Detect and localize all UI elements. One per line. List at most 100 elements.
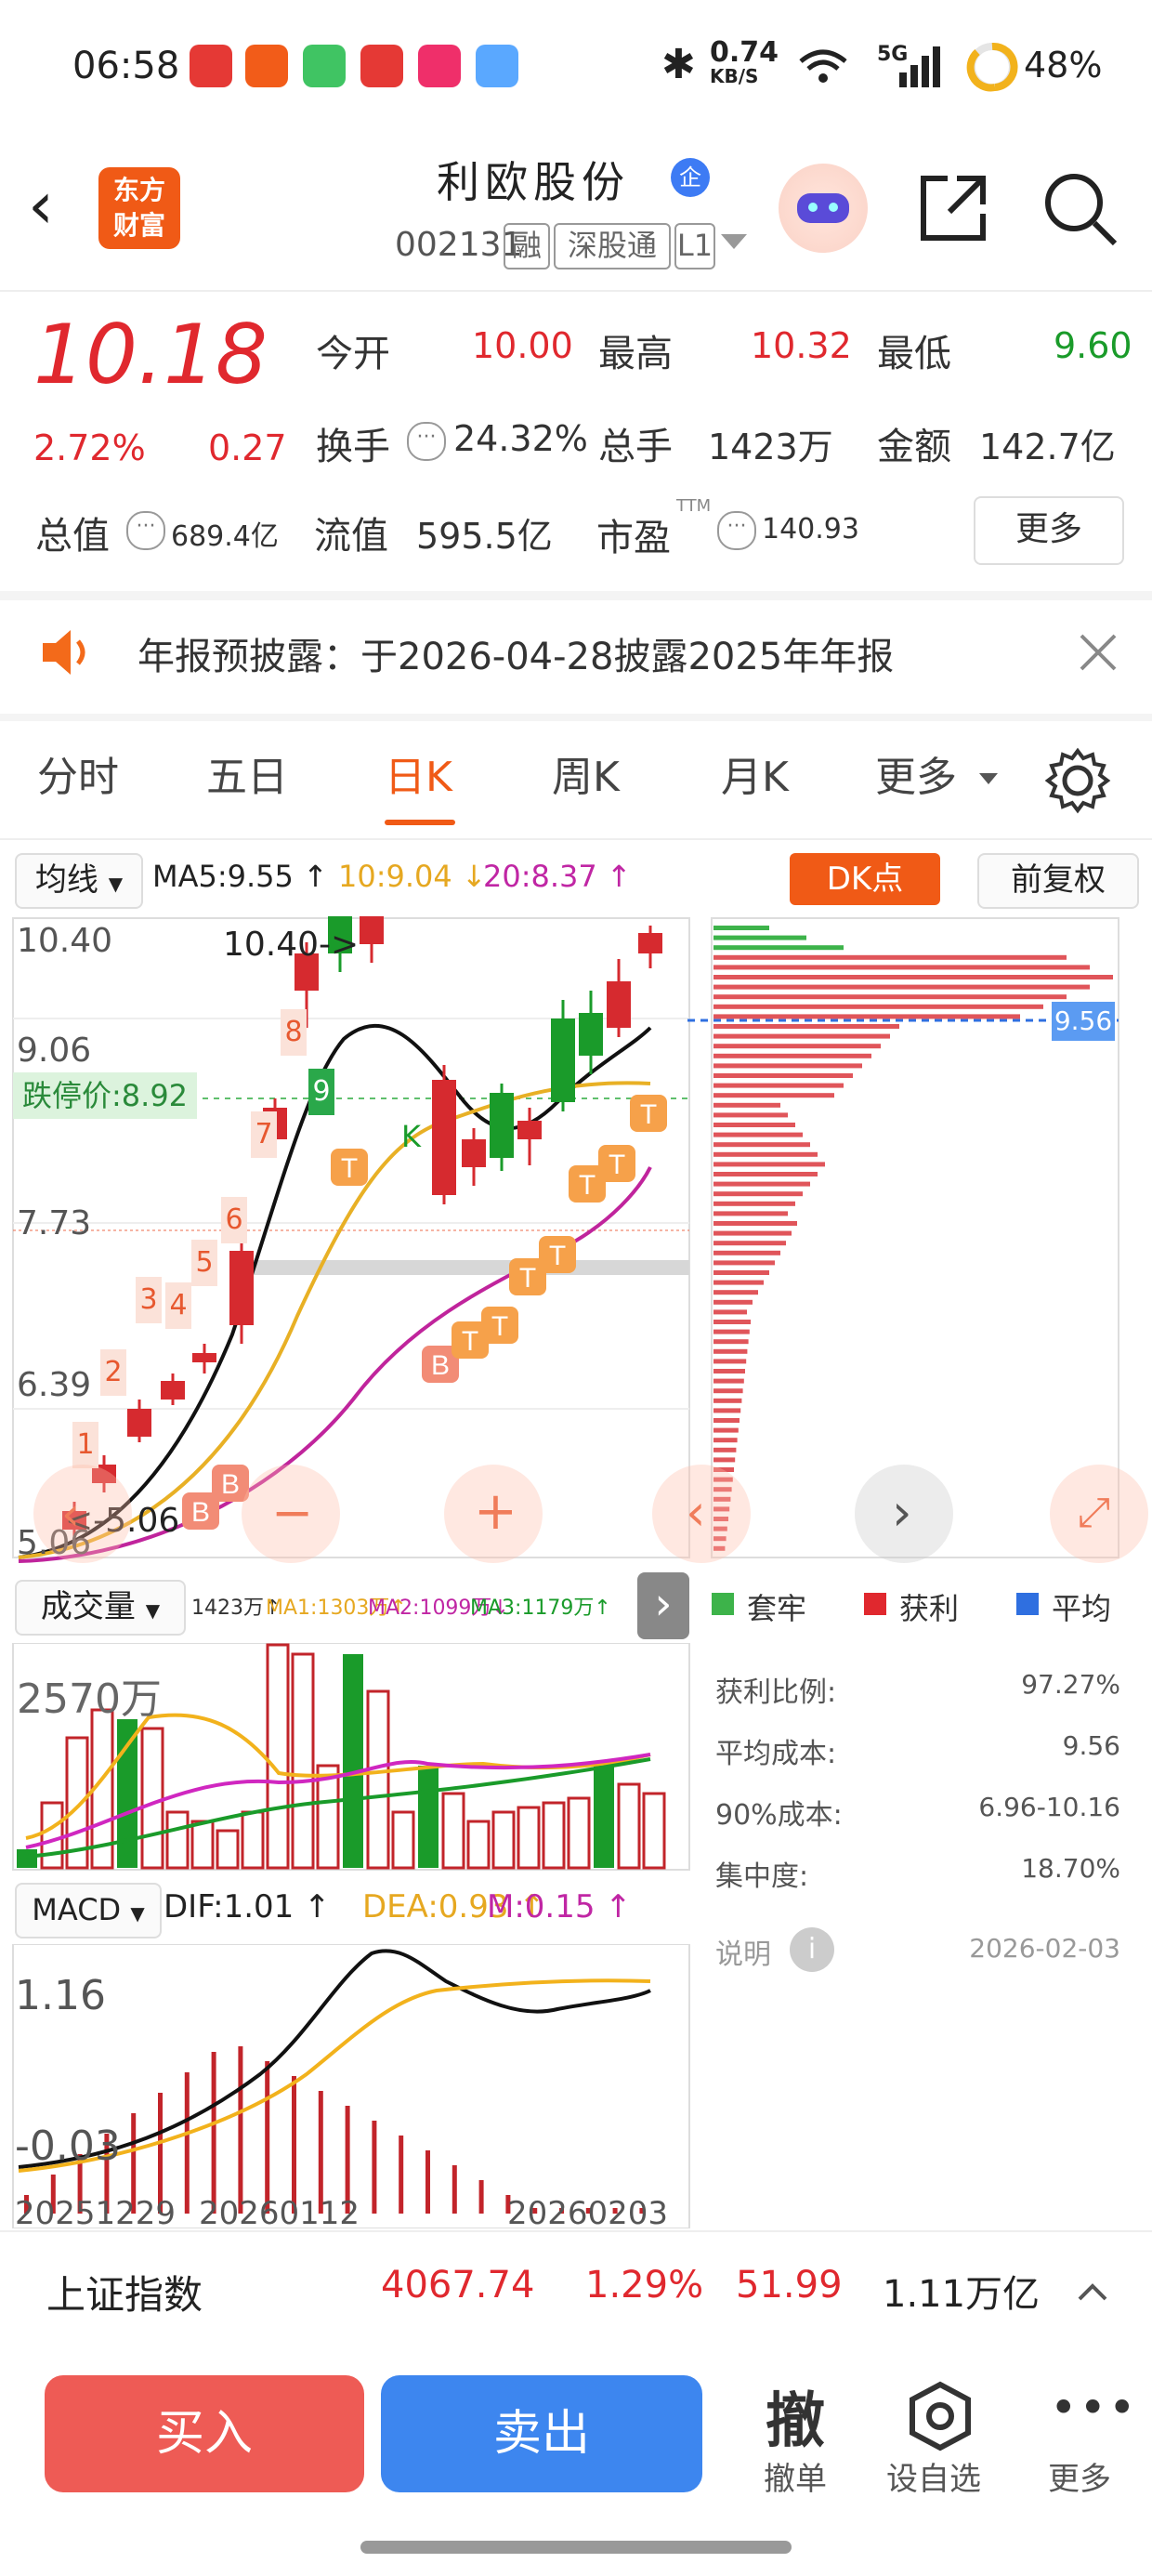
chip-distribution-bar <box>713 1033 890 1039</box>
chip-distribution-bar <box>713 1024 899 1029</box>
scroll-left-button[interactable]: ‹ <box>33 1465 132 1563</box>
chip-distribution-bar <box>713 975 1113 979</box>
concentration-label: 集中度: <box>715 1860 809 1893</box>
chip-distribution-bar <box>713 1299 753 1305</box>
legend-trapped-label: 套牢 <box>747 1591 807 1626</box>
kline-chart[interactable]: BBBT TTTTTTT <box>0 916 1152 1567</box>
chip-distribution-bar <box>713 1123 795 1127</box>
last-price: 10.18 <box>33 307 268 402</box>
chip-distribution-bar <box>713 1112 788 1118</box>
count-label: 8 <box>281 1009 307 1056</box>
zoom-out-button[interactable]: − <box>242 1465 340 1563</box>
volume-indicator-selector[interactable]: 成交量 ▼ <box>15 1580 186 1636</box>
ai-assistant-avatar[interactable] <box>779 164 868 253</box>
candle-body <box>579 1013 603 1056</box>
chip-distribution-bar <box>713 1211 788 1216</box>
chip-distribution-bar <box>713 1290 758 1295</box>
tag-level1: L1 <box>674 223 715 269</box>
tab-monthly-k[interactable]: 月K <box>721 743 789 803</box>
macd-indicator-selector[interactable]: MACD ▼ <box>15 1883 162 1939</box>
price-label-top: 10.40 <box>17 922 113 960</box>
open-label: 今开 <box>316 333 390 375</box>
tab-weekly-k[interactable]: 周K <box>552 743 620 803</box>
candle-body <box>360 916 384 944</box>
chip-distribution-bar <box>713 1151 818 1157</box>
chip-distribution-bar <box>713 1280 764 1285</box>
index-price: 4067.74 <box>381 2264 535 2307</box>
app-icon-toutiao <box>360 45 403 87</box>
tab-more[interactable]: 更多 <box>875 743 957 803</box>
chip-distribution-bar <box>713 965 1090 970</box>
change-amount: 0.27 <box>208 427 287 468</box>
scroll-right-icon[interactable]: › <box>855 1465 953 1563</box>
notice-text[interactable]: 年报预披露：于2026-04-28披露2025年年报 <box>137 626 894 680</box>
chip-distribution-bar <box>713 1181 810 1187</box>
index-percent: 1.29% <box>585 2264 704 2307</box>
tab-daily-k[interactable]: 日K <box>385 743 452 803</box>
chip-distribution-bar <box>713 1132 803 1137</box>
ma5-value: MA5:9.55 ↑ <box>152 859 328 894</box>
buy-button[interactable]: 买入 <box>45 2375 364 2492</box>
macd-histogram-bar <box>452 2165 457 2214</box>
profit-ratio-label: 获利比例: <box>715 1676 837 1709</box>
close-icon[interactable] <box>1078 632 1119 673</box>
chip-distribution-bar <box>713 1418 740 1423</box>
tab-five-day[interactable]: 五日 <box>206 743 288 803</box>
amount-value: 142.7亿 <box>979 427 1116 467</box>
tag-margin: 融 <box>504 223 550 269</box>
wifi-icon <box>799 49 847 83</box>
more-label[interactable]: 更多 <box>1048 2453 1111 2499</box>
share-icon[interactable] <box>914 169 992 247</box>
add-watchlist-icon[interactable] <box>903 2379 977 2453</box>
limit-down-label: 跌停价:8.92 <box>13 1072 198 1119</box>
chip-distribution-bar <box>713 984 1090 990</box>
adjust-button[interactable]: 前复权 <box>977 853 1139 909</box>
net-speed: 0.74 KB/S <box>710 36 779 87</box>
chevron-up-icon[interactable] <box>1076 2280 1109 2303</box>
chip-distribution-bar <box>713 1427 739 1433</box>
more-quote-button[interactable]: 更多 <box>974 496 1124 565</box>
chevron-down-icon[interactable] <box>721 234 747 249</box>
cancel-order-label[interactable]: 撤单 <box>764 2453 827 2499</box>
chip-distribution-bar <box>713 1309 747 1315</box>
legend-average-label: 平均 <box>1052 1591 1112 1626</box>
back-icon[interactable]: ‹ <box>28 173 54 238</box>
zoom-in-button[interactable]: + <box>444 1465 543 1563</box>
scroll-left-icon[interactable]: ‹ <box>652 1465 751 1563</box>
cost-90-label: 90%成本: <box>715 1799 843 1832</box>
sell-button[interactable]: 卖出 <box>381 2375 702 2492</box>
more-dots-icon[interactable]: ••• <box>1050 2381 1137 2435</box>
hidden-dots-icon[interactable]: ··· <box>407 422 446 461</box>
app-icon-video <box>303 45 346 87</box>
info-icon[interactable]: i <box>790 1927 834 1972</box>
count-label: 1 <box>72 1422 98 1468</box>
candle-body <box>432 1080 456 1195</box>
chip-distribution-bar <box>713 1004 1043 1009</box>
add-watchlist-label[interactable]: 设自选 <box>886 2453 981 2499</box>
search-icon[interactable] <box>1041 169 1119 247</box>
expand-panel-icon[interactable]: › <box>637 1572 689 1639</box>
count-label: 6 <box>221 1197 247 1243</box>
dk-point-button[interactable]: DK点 <box>790 853 940 905</box>
hidden-dots-icon[interactable]: ··· <box>126 511 165 550</box>
speaker-icon <box>43 630 85 675</box>
legend-profit-swatch <box>864 1593 886 1615</box>
cancel-order-icon[interactable]: 撤 <box>766 2373 825 2459</box>
tab-intraday[interactable]: 分时 <box>37 743 119 803</box>
hidden-dots-icon[interactable]: ··· <box>717 511 756 550</box>
high-value: 10.32 <box>751 325 852 366</box>
ma-selector[interactable]: 均线 ▼ <box>15 853 143 909</box>
gear-icon[interactable] <box>1044 747 1111 814</box>
macd-histogram-bar <box>399 2136 404 2214</box>
high-label: 最高 <box>598 333 673 375</box>
low-value: 9.60 <box>1054 325 1132 366</box>
count-label: 2 <box>100 1349 126 1396</box>
macd-histogram-bar <box>211 2052 216 2214</box>
bottom-action-bar: 买入 卖出 撤 撤单 设自选 ••• 更多 <box>0 2360 1152 2576</box>
candle-body <box>490 1093 514 1158</box>
chip-distribution-bar <box>713 926 769 930</box>
fullscreen-icon[interactable]: ⤢ <box>1050 1465 1148 1563</box>
macd-histogram-bar <box>184 2072 190 2214</box>
volume-bar <box>343 1654 363 1868</box>
volume-max-label: 2570万 <box>17 1676 162 1723</box>
